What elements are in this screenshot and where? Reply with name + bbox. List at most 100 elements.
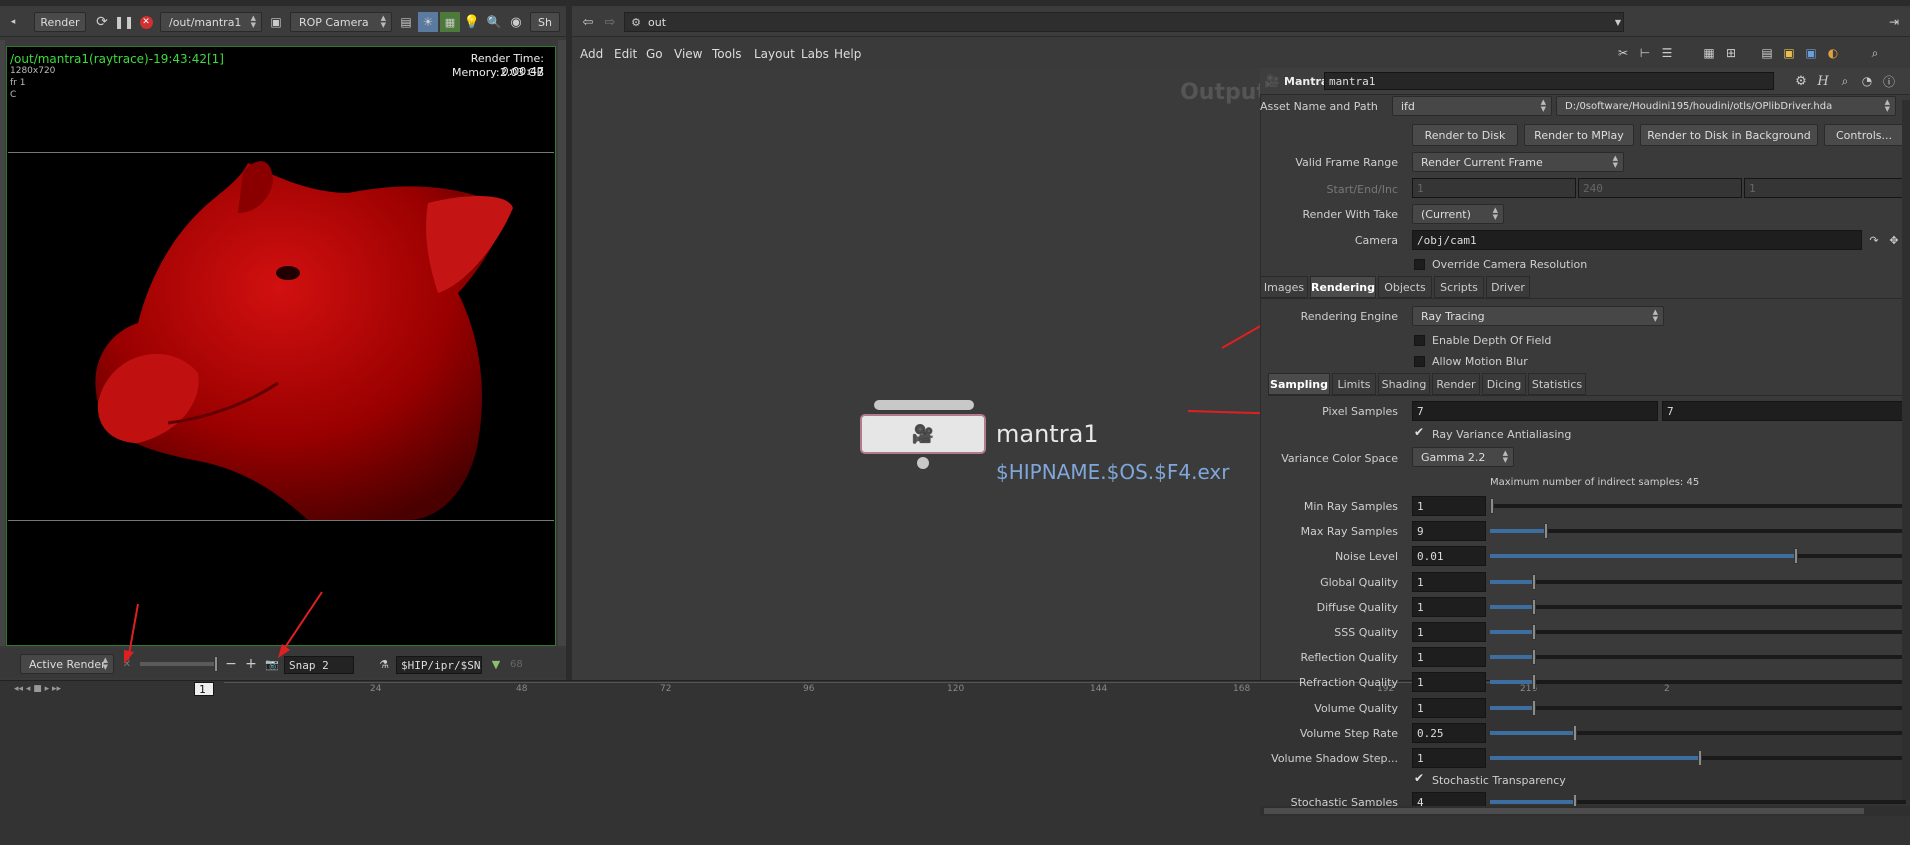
help-h-icon[interactable]: H bbox=[1814, 72, 1832, 90]
subtab-shading[interactable]: Shading bbox=[1378, 373, 1430, 395]
pixel-samples-y-field[interactable]: 7 bbox=[1662, 401, 1906, 421]
volume-quality-slider-handle[interactable] bbox=[1531, 700, 1536, 716]
menu-layout[interactable]: Layout bbox=[754, 47, 795, 61]
sss-quality-slider[interactable] bbox=[1490, 624, 1906, 640]
allow-motion-blur-checkbox[interactable] bbox=[1414, 356, 1425, 367]
valid-frame-range-select[interactable]: Render Current Frame ▲ ▼ bbox=[1412, 152, 1624, 172]
network-path-field[interactable] bbox=[624, 12, 1624, 32]
max-ray-samples-field[interactable]: 9 bbox=[1412, 521, 1486, 541]
subtab-dicing[interactable]: Dicing bbox=[1482, 373, 1526, 395]
volume-shadow-step-field[interactable]: 1 bbox=[1412, 748, 1486, 768]
note-icon[interactable]: ▤ bbox=[1758, 44, 1776, 62]
param-search-icon[interactable]: ⌕ bbox=[1836, 72, 1854, 90]
zoom-icon[interactable]: 🔍 bbox=[484, 12, 504, 32]
global-quality-slider-handle[interactable] bbox=[1531, 574, 1536, 590]
back-icon[interactable]: ⇦ bbox=[578, 12, 598, 32]
search-icon[interactable]: ⌕ bbox=[1866, 44, 1884, 62]
timeline-ruler[interactable] bbox=[224, 682, 1724, 697]
volume-step-rate-slider-handle[interactable] bbox=[1573, 725, 1578, 741]
controls-button[interactable]: Controls... bbox=[1824, 124, 1904, 146]
render-to-disk-button[interactable]: Render to Disk bbox=[1412, 124, 1518, 146]
region-icon[interactable]: ▦ bbox=[440, 12, 460, 32]
global-quality-slider[interactable] bbox=[1490, 574, 1906, 590]
noise-level-field[interactable]: 0.01 bbox=[1412, 546, 1486, 566]
palette-icon[interactable]: ◐ bbox=[1824, 44, 1842, 62]
camera-field[interactable]: /obj/cam1 bbox=[1412, 230, 1862, 250]
subtab-statistics[interactable]: Statistics bbox=[1528, 373, 1586, 395]
volume-step-rate-slider[interactable] bbox=[1490, 725, 1906, 741]
info-icon[interactable]: ⓘ bbox=[1880, 72, 1898, 90]
sss-quality-slider-handle[interactable] bbox=[1531, 624, 1536, 640]
rendering-engine-select[interactable]: Ray Tracing ▲ ▼ bbox=[1412, 306, 1664, 326]
node-input-connector[interactable] bbox=[874, 400, 974, 410]
min-ray-samples-slider[interactable] bbox=[1490, 498, 1906, 514]
global-quality-field[interactable]: 1 bbox=[1412, 572, 1486, 592]
pin-icon[interactable]: ⇥ bbox=[1884, 12, 1904, 32]
pane-collapse-icon[interactable]: ◂ bbox=[8, 12, 18, 32]
sphere-icon[interactable]: ◉ bbox=[506, 12, 526, 32]
menu-add[interactable]: Add bbox=[580, 47, 603, 61]
reflection-quality-slider-handle[interactable] bbox=[1531, 649, 1536, 665]
volume-quality-field[interactable]: 1 bbox=[1412, 698, 1486, 718]
preview-icon[interactable]: ☀ bbox=[418, 12, 438, 32]
path-dropdown-icon[interactable]: ▼ bbox=[1612, 14, 1624, 30]
camera-jump-icon[interactable]: ↷ bbox=[1866, 232, 1882, 248]
rop-path-select[interactable]: /out/mantra1 ▲ ▼ bbox=[160, 12, 262, 32]
menu-labs[interactable]: Labs bbox=[801, 47, 829, 61]
min-ray-samples-slider-handle[interactable] bbox=[1490, 498, 1494, 514]
tab-driver[interactable]: Driver bbox=[1486, 276, 1530, 298]
refresh-icon[interactable]: ⟳ bbox=[92, 12, 112, 32]
grid-alt-icon[interactable]: ⊞ bbox=[1722, 44, 1740, 62]
node-output-connector[interactable] bbox=[917, 457, 929, 469]
image-icon[interactable]: ▣ bbox=[1802, 44, 1820, 62]
menu-edit[interactable]: Edit bbox=[614, 47, 637, 61]
render-to-mplay-button[interactable]: Render to MPlay bbox=[1524, 124, 1634, 146]
refraction-quality-slider[interactable] bbox=[1490, 674, 1906, 690]
menu-help[interactable]: Help bbox=[834, 47, 861, 61]
camera-select[interactable]: ROP Camera ▲ ▼ bbox=[290, 12, 392, 32]
diffuse-quality-field[interactable]: 1 bbox=[1412, 597, 1486, 617]
end-field[interactable]: 240 bbox=[1578, 178, 1742, 198]
menu-tools[interactable]: Tools bbox=[712, 47, 742, 61]
param-h-scroll-handle[interactable] bbox=[1264, 808, 1864, 814]
tab-objects[interactable]: Objects bbox=[1378, 276, 1432, 298]
tree-icon[interactable]: ⊢ bbox=[1636, 44, 1654, 62]
rop-node-icon[interactable]: ▣ bbox=[266, 12, 286, 32]
override-cam-res-checkbox[interactable] bbox=[1414, 259, 1425, 270]
render-to-disk-background-button[interactable]: Render to Disk in Background bbox=[1640, 124, 1818, 146]
tab-images[interactable]: Images bbox=[1260, 276, 1308, 298]
sh-button[interactable]: Sh bbox=[530, 12, 560, 32]
volume-shadow-step-slider[interactable] bbox=[1490, 750, 1906, 766]
wrench-icon[interactable]: ✂ bbox=[1614, 44, 1632, 62]
max-ray-samples-slider[interactable] bbox=[1490, 523, 1906, 539]
max-ray-samples-slider-handle[interactable] bbox=[1544, 523, 1549, 539]
stochastic-transparency-checkbox[interactable]: ✔ bbox=[1414, 771, 1424, 785]
param-lock-icon[interactable]: ◔ bbox=[1858, 72, 1876, 90]
menu-go[interactable]: Go bbox=[646, 47, 663, 61]
tab-scripts[interactable]: Scripts bbox=[1434, 276, 1484, 298]
param-v-scrollbar[interactable] bbox=[1902, 100, 1910, 800]
reflection-quality-slider[interactable] bbox=[1490, 649, 1906, 665]
refraction-quality-field[interactable]: 1 bbox=[1412, 672, 1486, 692]
sticky-icon[interactable]: ▣ bbox=[1780, 44, 1798, 62]
pixel-samples-x-field[interactable]: 7 bbox=[1412, 401, 1658, 421]
volume-shadow-step-slider-handle[interactable] bbox=[1698, 750, 1702, 766]
inc-field[interactable]: 1 bbox=[1744, 178, 1904, 198]
menu-view[interactable]: View bbox=[674, 47, 702, 61]
noise-level-slider[interactable] bbox=[1490, 548, 1906, 564]
volume-step-rate-field[interactable]: 0.25 bbox=[1412, 723, 1486, 743]
diffuse-quality-slider-handle[interactable] bbox=[1531, 599, 1536, 615]
diffuse-quality-slider[interactable] bbox=[1490, 599, 1906, 615]
render-button[interactable]: Render bbox=[34, 12, 86, 32]
stochastic-samples-slider[interactable] bbox=[1490, 794, 1906, 810]
asset-path-select[interactable]: D:/0software/Houdini195/houdini/otls/OPl… bbox=[1556, 96, 1896, 116]
list-icon[interactable]: ☰ bbox=[1658, 44, 1676, 62]
frame-field[interactable]: 1 bbox=[194, 682, 214, 696]
gear-icon[interactable]: ⚙ bbox=[1792, 72, 1810, 90]
mantra-node[interactable]: 🎥 bbox=[860, 414, 986, 454]
noise-level-slider-handle[interactable] bbox=[1793, 548, 1798, 564]
render-with-take-select[interactable]: (Current) ▲ ▼ bbox=[1412, 204, 1504, 224]
grid-icon[interactable]: ▦ bbox=[1700, 44, 1718, 62]
start-field[interactable]: 1 bbox=[1412, 178, 1576, 198]
tab-rendering[interactable]: Rendering bbox=[1310, 276, 1376, 298]
